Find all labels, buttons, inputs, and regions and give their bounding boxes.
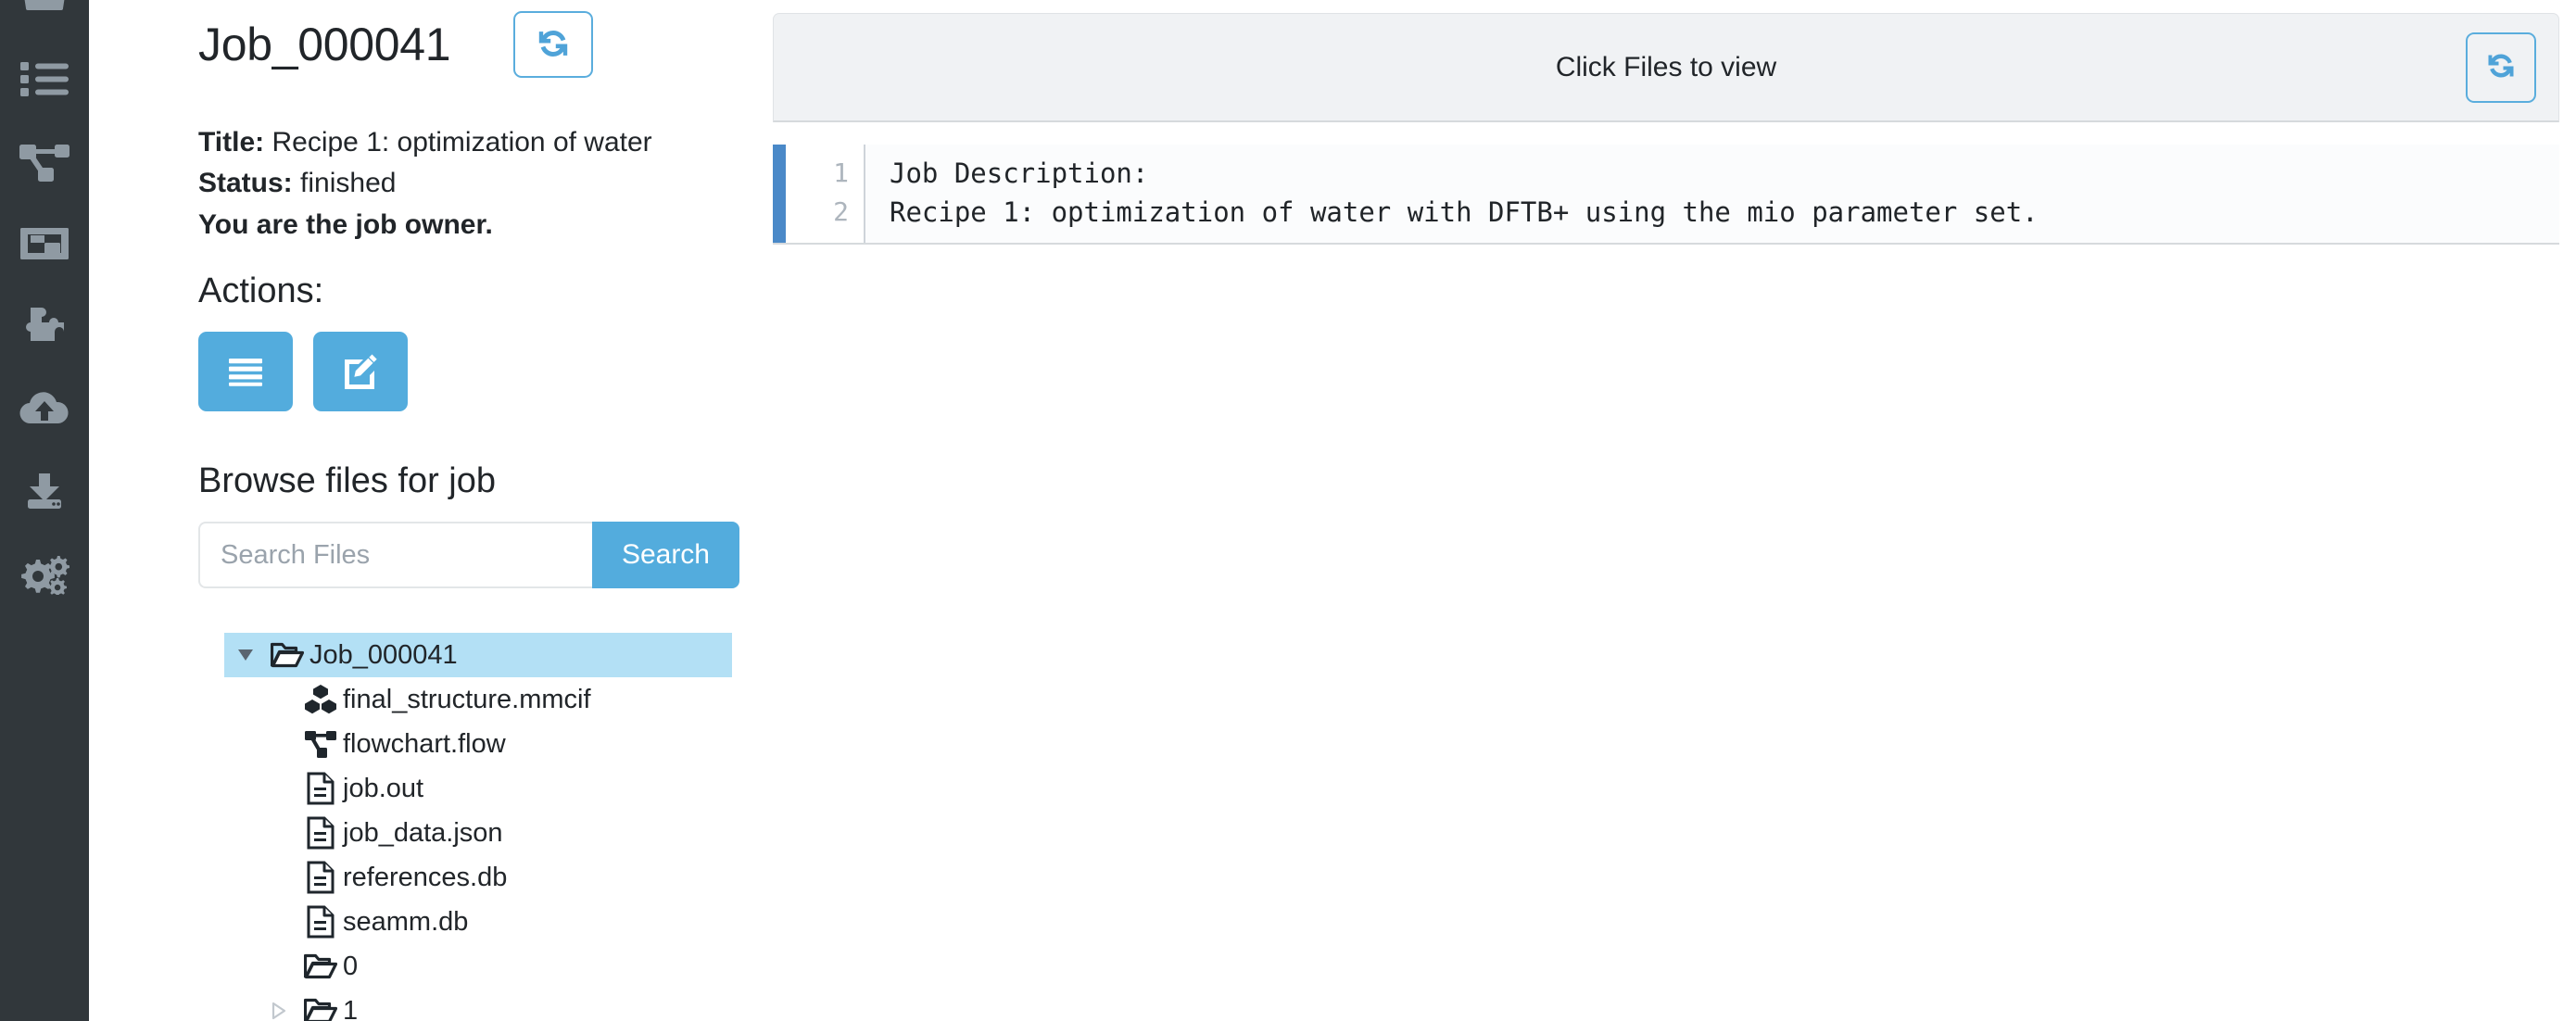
tree-item-1[interactable]: 1: [224, 989, 732, 1021]
sidebar-item-download[interactable]: [0, 449, 89, 532]
sidebar-icon-rail: [0, 0, 89, 1021]
sidebar-item-jobs[interactable]: [0, 37, 89, 120]
tree-item-label: references.db: [343, 862, 508, 892]
viewer-header: Click Files to view: [773, 13, 2559, 122]
cogs-icon: [18, 552, 71, 595]
folder-open-icon: [300, 997, 341, 1021]
tree-item-references-db[interactable]: references.db: [224, 855, 732, 900]
tree-item-job-000041[interactable]: Job_000041: [224, 633, 732, 678]
flowchart-file-icon: [300, 728, 341, 760]
code-line-number: 2: [833, 196, 849, 227]
code-content: Job Description: Recipe 1: optimization o…: [865, 145, 2559, 243]
tree-item-0[interactable]: 0: [224, 944, 732, 989]
job-status-label: Status:: [198, 168, 293, 199]
code-line: Recipe 1: optimization of water with DFT…: [890, 196, 2039, 228]
sidebar-item-upload[interactable]: [0, 367, 89, 449]
sidebar-item-flowcharts[interactable]: [0, 120, 89, 202]
file-icon: [300, 816, 341, 850]
page-title: Job_000041: [198, 18, 451, 70]
tree-item-label: final_structure.mmcif: [343, 684, 591, 714]
job-status-line: Status: finished: [198, 163, 756, 204]
download-icon: [19, 470, 70, 512]
refresh-icon: [535, 27, 572, 63]
structure-file-icon: [300, 684, 341, 715]
search-input[interactable]: [198, 522, 592, 589]
refresh-icon: [2484, 51, 2518, 83]
sidebar-item-dashboard[interactable]: [0, 0, 89, 37]
sidebar-item-plugins[interactable]: [0, 284, 89, 367]
chevron-down-icon[interactable]: [224, 647, 267, 663]
edit-square-icon: [341, 352, 380, 392]
tree-item-label: seamm.db: [343, 906, 469, 937]
cloud-upload-icon: [17, 388, 72, 429]
job-title-row: Job_000041: [198, 0, 756, 78]
code-accent-bar: [773, 145, 786, 243]
actions-heading: Actions:: [198, 271, 324, 311]
sidebar-item-settings[interactable]: [0, 532, 89, 614]
job-title-line: Title: Recipe 1: optimization of water: [198, 122, 756, 163]
tree-item-flowchart-flow[interactable]: flowchart.flow: [224, 722, 732, 766]
tree-item-label: 0: [343, 951, 359, 981]
job-owner-note: You are the job owner.: [198, 208, 493, 240]
viewer-refresh-button[interactable]: [2466, 32, 2536, 103]
code-line-numbers: 12: [786, 145, 865, 243]
file-tree: Job_000041 final_structure.mmcif flowchart…: [224, 633, 732, 1021]
file-search-row: Search: [198, 522, 739, 589]
flowchart-icon: [18, 139, 71, 183]
action-button-group: [198, 332, 756, 412]
puzzle-icon: [18, 304, 71, 348]
browse-files-heading: Browse files for job: [198, 461, 497, 501]
job-list-button[interactable]: [198, 332, 293, 412]
crown-icon: [19, 0, 70, 14]
tree-item-job-out[interactable]: job.out: [224, 766, 732, 811]
viewer-header-title: Click Files to view: [1555, 51, 1777, 82]
chevron-right-icon[interactable]: [258, 1002, 300, 1020]
file-content-view: 12 Job Description: Recipe 1: optimizatio…: [773, 145, 2559, 245]
tree-item-job-data-json[interactable]: job_data.json: [224, 811, 732, 855]
file-viewer-panel: Click Files to view 12 Job Description: R…: [756, 0, 2576, 1021]
tree-item-final-structure-mmcif[interactable]: final_structure.mmcif: [224, 677, 732, 722]
file-icon: [300, 772, 341, 805]
app-root: Job_000041 Title: Recipe 1: optimization…: [0, 0, 2576, 1021]
job-detail-panel: Job_000041 Title: Recipe 1: optimization…: [89, 0, 756, 1021]
search-button[interactable]: Search: [591, 522, 739, 589]
frame-icon: [19, 222, 70, 265]
job-edit-button[interactable]: [313, 332, 408, 412]
list-icon: [19, 58, 70, 99]
tree-item-label: flowchart.flow: [343, 728, 506, 759]
file-icon: [300, 905, 341, 939]
tree-item-label: job.out: [343, 773, 424, 803]
tree-item-label: 1: [343, 995, 359, 1021]
bars-icon: [227, 355, 264, 389]
job-meta-block: Title: Recipe 1: optimization of water S…: [198, 122, 756, 246]
job-refresh-button[interactable]: [513, 11, 594, 78]
tree-item-label: Job_000041: [309, 639, 458, 670]
folder-open-icon: [267, 641, 308, 669]
tree-item-seamm-db[interactable]: seamm.db: [224, 900, 732, 944]
status-badge: finished: [300, 168, 397, 199]
job-title-value: Recipe 1: optimization of water: [271, 127, 652, 158]
tree-item-label: job_data.json: [343, 817, 503, 848]
job-title-label: Title:: [198, 127, 265, 158]
code-line-number: 1: [833, 158, 849, 188]
code-line: Job Description:: [890, 158, 1149, 189]
file-icon: [300, 861, 341, 894]
sidebar-item-projects[interactable]: [0, 202, 89, 284]
folder-open-icon: [300, 952, 341, 980]
